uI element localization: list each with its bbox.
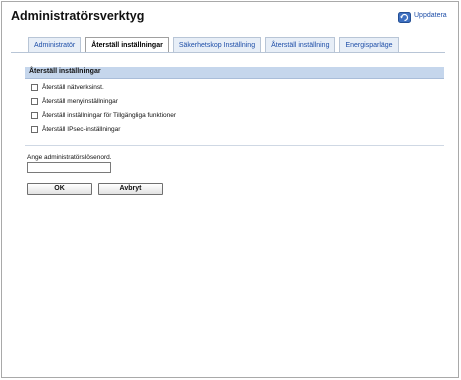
tab-backup-settings[interactable]: Säkerhetskop Inställning [172, 37, 262, 53]
admin-password-field[interactable] [27, 162, 111, 173]
tab-administrator[interactable]: Administratör [28, 37, 82, 53]
section-divider [25, 145, 444, 146]
option-reset-menu[interactable]: Återställ menyinställningar [31, 98, 118, 105]
option-label: Återställ nätverksinst. [42, 84, 104, 91]
section-title: Återställ inställningar [29, 68, 101, 75]
option-label: Återställ menyinställningar [42, 98, 118, 105]
refresh-button[interactable]: Uppdatera [398, 10, 447, 23]
option-label: Återställ IPsec-inställningar [42, 126, 121, 133]
section-header: Återställ inställningar [25, 67, 444, 79]
cancel-button[interactable]: Avbryt [98, 183, 163, 195]
option-reset-available-functions[interactable]: Återställ inställningar för Tillgängliga… [31, 112, 176, 119]
reset-menu-checkbox[interactable] [31, 98, 38, 105]
tab-bar: Administratör Återställ inställningar Sä… [28, 37, 399, 53]
option-label: Återställ inställningar för Tillgängliga… [42, 112, 177, 119]
ok-button[interactable]: OK [27, 183, 92, 195]
tab-reset-settings[interactable]: Återställ inställningar [85, 37, 169, 53]
tab-restore-setting[interactable]: Återställ inställning [265, 37, 336, 53]
reset-ipsec-checkbox[interactable] [31, 126, 38, 133]
refresh-icon [398, 10, 411, 23]
refresh-label[interactable]: Uppdatera [414, 12, 447, 19]
tab-divider [11, 52, 445, 53]
admin-tools-panel: Administratörsverktyg Uppdatera Administ… [1, 1, 459, 378]
option-reset-network[interactable]: Återställ nätverksinst. [31, 84, 104, 91]
reset-network-checkbox[interactable] [31, 84, 38, 91]
reset-available-functions-checkbox[interactable] [31, 112, 38, 119]
option-reset-ipsec[interactable]: Återställ IPsec-inställningar [31, 126, 120, 133]
password-label: Ange administratörslösenord. [27, 154, 112, 161]
tab-energy-saver[interactable]: Energisparläge [339, 37, 399, 53]
page-title: Administratörsverktyg [11, 9, 145, 23]
